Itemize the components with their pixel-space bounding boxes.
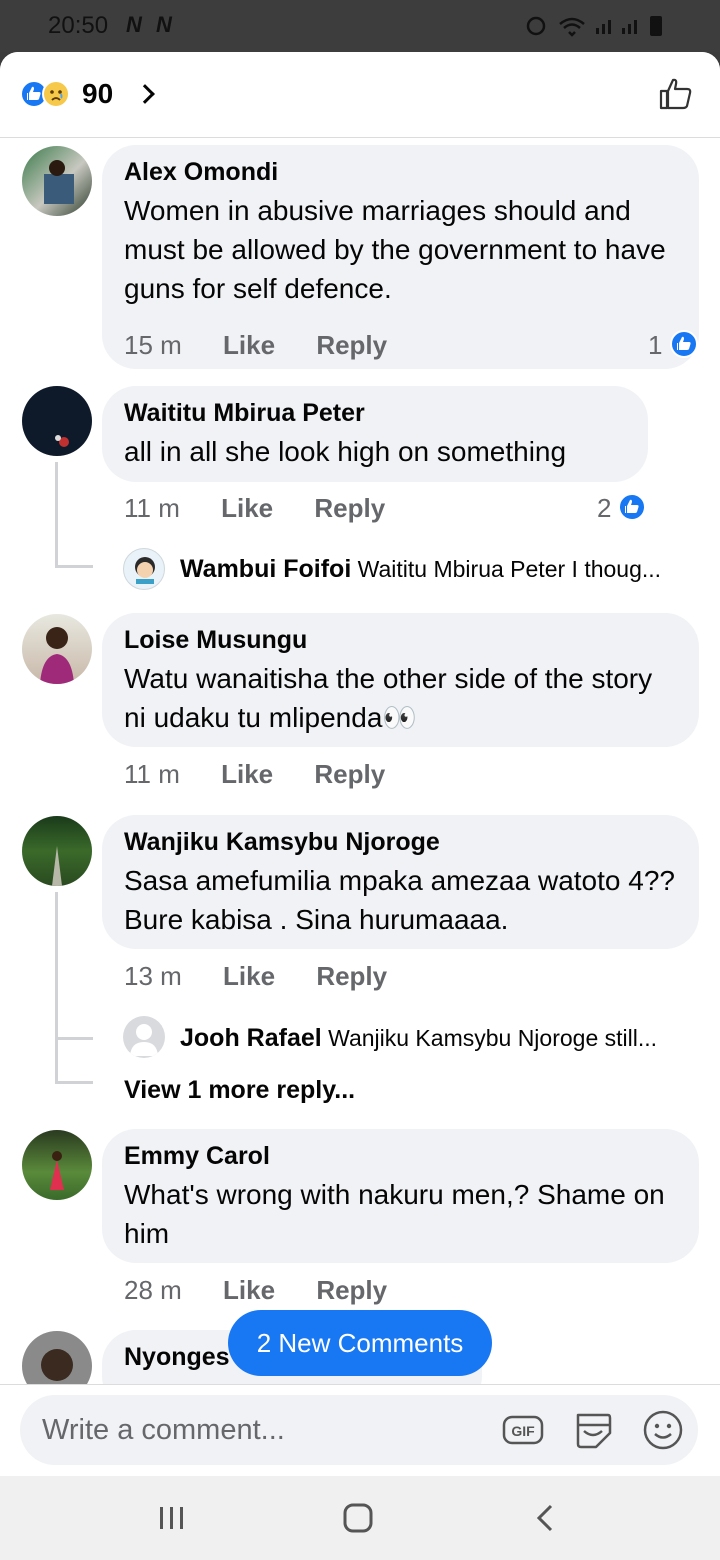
comment-bubble[interactable]: Wanjiku Kamsybu Njoroge Sasa amefumilia …	[102, 815, 699, 949]
thread-line	[55, 1081, 93, 1084]
svg-text:GIF: GIF	[511, 1423, 535, 1439]
avatar[interactable]	[22, 614, 92, 684]
chevron-right-icon[interactable]	[135, 84, 155, 104]
comment-text: Sasa amefumilia mpaka amezaa watoto 4?? …	[124, 865, 675, 935]
comment-author[interactable]: Loise Musungu	[124, 625, 677, 655]
comment-text: Women in abusive marriages should and mu…	[124, 195, 666, 304]
comment-bubble[interactable]: Emmy Carol What's wrong with nakuru men,…	[102, 1129, 699, 1263]
comment-actions: 28 m Like Reply	[124, 1275, 387, 1306]
reply-author[interactable]: Jooh Rafael	[180, 1024, 322, 1052]
reply-button[interactable]: Reply	[316, 330, 387, 361]
comment-text: Watu wanaitisha the other side of the st…	[124, 663, 653, 733]
comment-like-count: 1	[648, 330, 663, 360]
like-button[interactable]: Like	[223, 330, 275, 361]
signal-wifi-battery-icon	[526, 16, 662, 37]
reaction-icons	[20, 80, 80, 110]
comment-author[interactable]: Emmy Carol	[124, 1141, 677, 1171]
comment-bubble[interactable]: Waititu Mbirua Peter all in all she look…	[102, 386, 648, 482]
avatar[interactable]	[123, 1016, 165, 1058]
status-time: 20:50	[48, 12, 109, 39]
like-button[interactable]: Like	[223, 961, 275, 992]
avatar[interactable]	[22, 146, 92, 216]
comment-author[interactable]: Alex Omondi	[124, 157, 677, 187]
status-bar: 20:50 N N	[0, 0, 720, 52]
new-comments-button[interactable]: 2 New Comments	[228, 1310, 492, 1376]
like-badge-icon	[670, 330, 698, 358]
reply-snippet: Wanjiku Kamsybu Njoroge still...	[328, 1025, 658, 1051]
reply-button[interactable]: Reply	[316, 961, 387, 992]
thread-line	[55, 892, 58, 1084]
comment-time: 11 m	[124, 759, 180, 789]
avatar[interactable]	[22, 386, 92, 456]
like-badge-icon	[618, 493, 646, 521]
view-more-replies-link[interactable]: View 1 more reply...	[124, 1076, 355, 1105]
comment-like-count: 2	[597, 493, 612, 523]
comment-time: 15 m	[124, 330, 182, 360]
reply-author[interactable]: Wambui Foifoi	[180, 555, 351, 583]
comment-time: 11 m	[124, 493, 180, 523]
back-icon[interactable]	[526, 1498, 566, 1538]
reply-preview[interactable]: Jooh Rafael Wanjiku Kamsybu Njoroge stil…	[180, 1024, 657, 1053]
comment-text: all in all she look high on something	[124, 436, 567, 467]
avatar[interactable]	[22, 816, 92, 886]
comment-actions: 13 m Like Reply	[124, 961, 387, 992]
like-outline-icon[interactable]	[658, 76, 694, 112]
comment-actions: 11 m Like Reply	[124, 493, 385, 524]
home-icon[interactable]	[338, 1498, 378, 1538]
reply-button[interactable]: Reply	[316, 1275, 387, 1306]
like-button[interactable]: Like	[221, 759, 273, 790]
reactions-header[interactable]: 90	[0, 52, 720, 138]
reply-preview[interactable]: Wambui Foifoi Waititu Mbirua Peter I tho…	[180, 555, 661, 584]
reaction-count: 90	[82, 78, 114, 109]
notification-icons: N N	[126, 12, 176, 37]
comments-sheet: 90 Alex Omondi Women in abusive marriage…	[0, 52, 720, 1476]
comment-author[interactable]: Wanjiku Kamsybu Njoroge	[124, 827, 677, 857]
gif-icon[interactable]: GIF	[502, 1409, 544, 1451]
comment-composer: GIF	[0, 1384, 720, 1476]
thread-line	[55, 1037, 93, 1040]
like-button[interactable]: Like	[221, 493, 273, 524]
comment-author[interactable]: Waititu Mbirua Peter	[124, 398, 626, 428]
comment-time: 28 m	[124, 1275, 182, 1305]
comment-text: What's wrong with nakuru men,? Shame on …	[124, 1179, 665, 1249]
reply-button[interactable]: Reply	[314, 493, 385, 524]
thread-line	[55, 462, 58, 568]
comment-actions: 11 m Like Reply	[124, 759, 385, 790]
sticker-icon[interactable]	[572, 1409, 614, 1451]
sad-reaction-icon	[42, 80, 70, 108]
avatar[interactable]	[123, 548, 165, 590]
system-nav-bar	[0, 1476, 720, 1560]
system-icons	[526, 12, 676, 44]
thread-line	[55, 565, 93, 568]
comment-time: 13 m	[124, 961, 182, 991]
reply-snippet: Waititu Mbirua Peter I thoug...	[357, 556, 662, 582]
like-button[interactable]: Like	[223, 1275, 275, 1306]
avatar[interactable]	[22, 1130, 92, 1200]
recent-apps-icon[interactable]	[152, 1498, 192, 1538]
emoji-icon[interactable]	[642, 1409, 684, 1451]
reply-button[interactable]: Reply	[314, 759, 385, 790]
comment-actions: 15 m Like Reply	[124, 330, 387, 361]
comment-bubble[interactable]: Loise Musungu Watu wanaitisha the other …	[102, 613, 699, 747]
